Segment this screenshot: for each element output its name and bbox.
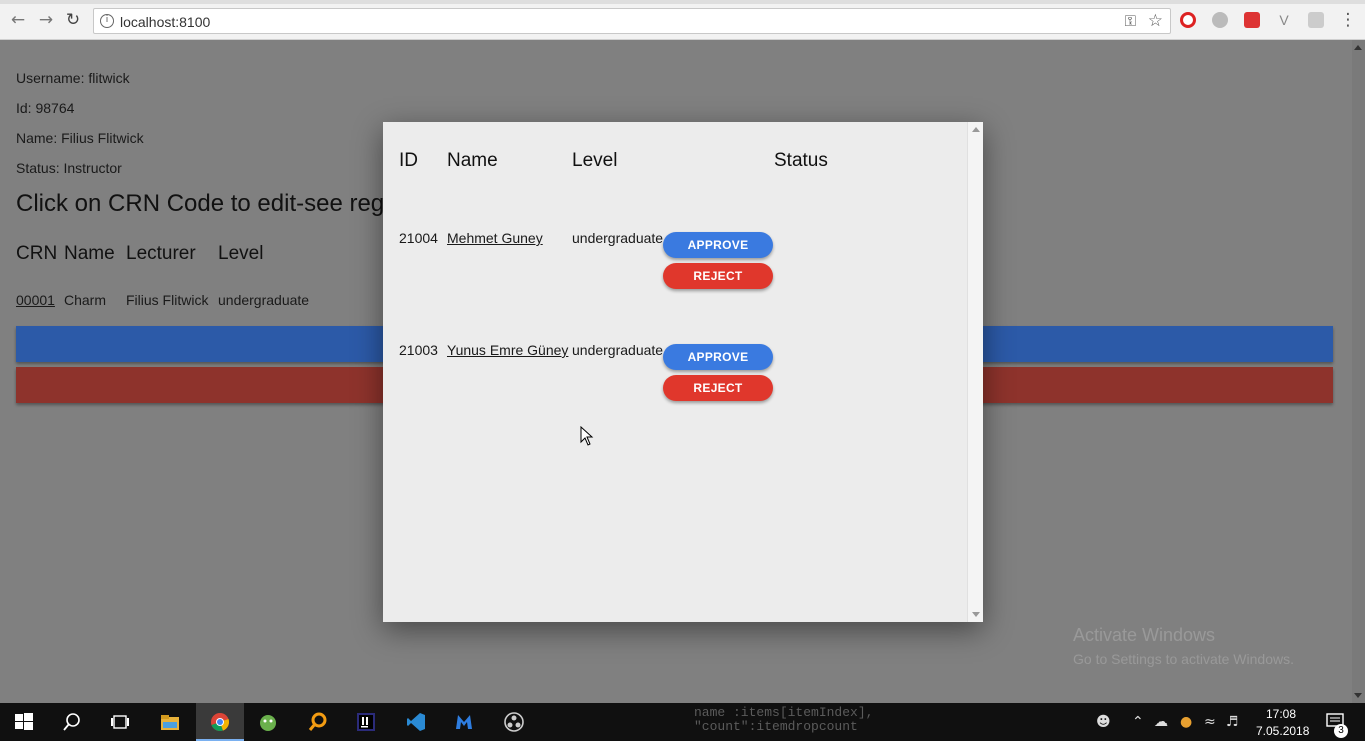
chrome-tray-icon[interactable]: ●: [1180, 714, 1192, 730]
student-name-link[interactable]: Yunus Emre Güney: [447, 342, 568, 358]
activate-windows-subtitle: Go to Settings to activate Windows.: [1073, 651, 1294, 667]
crn-link[interactable]: 00001: [16, 292, 55, 308]
magnifier-app-icon[interactable]: [308, 712, 328, 732]
star-icon[interactable]: ☆: [1148, 11, 1163, 31]
header-name: Name: [64, 243, 115, 264]
clock-time[interactable]: 17:08: [1266, 707, 1296, 721]
id-text: Id: 98764: [16, 100, 75, 116]
student-name-link[interactable]: Mehmet Guney: [447, 230, 543, 246]
search-icon[interactable]: [62, 712, 82, 732]
student-level: undergraduate: [572, 342, 664, 358]
menu-dots-icon[interactable]: ⋮: [1338, 10, 1358, 30]
browser-toolbar: ← → ↻ i localhost:8100 ⚿ ☆ V ⋮: [0, 0, 1365, 40]
address-url[interactable]: localhost:8100: [120, 14, 210, 30]
globe-extension-icon[interactable]: [1212, 12, 1228, 28]
scroll-down-icon[interactable]: [1354, 693, 1362, 698]
header-level: Level: [218, 243, 264, 264]
background-code-line: "count":itemdropcount: [694, 719, 858, 734]
windows-taskbar: name :items[itemIndex], "count":itemdrop…: [0, 703, 1365, 741]
notification-badge: 3: [1334, 724, 1348, 738]
scroll-up-icon[interactable]: [1354, 45, 1362, 50]
volume-icon[interactable]: ♬: [1226, 714, 1239, 730]
cors-extension-icon[interactable]: [1244, 12, 1260, 28]
windows-start-icon[interactable]: [14, 712, 34, 732]
obs-icon[interactable]: [504, 712, 524, 732]
onedrive-cloud-icon[interactable]: ☁: [1154, 714, 1168, 730]
back-icon[interactable]: ←: [8, 10, 28, 30]
wifi-icon[interactable]: ≈: [1204, 714, 1216, 730]
android-studio-icon[interactable]: [258, 712, 278, 732]
modal-header-status: Status: [774, 150, 828, 171]
header-crn: CRN: [16, 243, 58, 264]
name-text: Name: Filius Flitwick: [16, 130, 144, 146]
malwarebytes-icon[interactable]: [454, 712, 474, 732]
reject-button[interactable]: REJECT: [663, 375, 773, 401]
student-id: 21004: [399, 230, 438, 246]
modal-header-id: ID: [399, 150, 418, 171]
address-bar[interactable]: i localhost:8100 ⚿ ☆: [93, 8, 1171, 34]
modal-scroll-up-icon[interactable]: [972, 127, 980, 132]
people-icon[interactable]: ☻: [1096, 714, 1111, 730]
file-explorer-icon[interactable]: [160, 712, 180, 732]
show-hidden-icons-chevron-icon[interactable]: ⌃: [1132, 714, 1144, 730]
activate-windows-title: Activate Windows: [1073, 625, 1216, 645]
background-code-line: name :items[itemIndex],: [694, 705, 874, 720]
modal-header-level: Level: [572, 150, 618, 171]
forward-icon[interactable]: →: [36, 10, 56, 30]
header-lecturer: Lecturer: [126, 243, 196, 264]
opera-extension-icon[interactable]: [1180, 12, 1196, 28]
course-level: undergraduate: [218, 292, 310, 308]
chrome-icon[interactable]: [210, 712, 230, 732]
vue-extension-icon[interactable]: V: [1276, 12, 1292, 28]
task-view-icon[interactable]: [110, 712, 130, 732]
registrations-modal: ID Name Level Status 21004 Mehmet Guney …: [383, 122, 983, 622]
page-scrollbar[interactable]: [1352, 40, 1365, 703]
mouse-cursor-icon: [580, 426, 594, 446]
approve-button[interactable]: APPROVE: [663, 232, 773, 258]
username-text: Username: flitwick: [16, 70, 130, 86]
course-name: Charm: [64, 292, 107, 308]
intellij-icon[interactable]: [356, 712, 376, 732]
modal-scroll-down-icon[interactable]: [972, 612, 980, 617]
tab-strip: [0, 0, 1365, 4]
modal-scrollbar[interactable]: [967, 122, 983, 622]
reject-button[interactable]: REJECT: [663, 263, 773, 289]
student-id: 21003: [399, 342, 438, 358]
approve-button[interactable]: APPROVE: [663, 344, 773, 370]
info-icon[interactable]: i: [100, 14, 114, 28]
clock-date[interactable]: 7.05.2018: [1256, 724, 1309, 738]
student-level: undergraduate: [572, 230, 664, 246]
modal-header-name: Name: [447, 150, 498, 171]
extension-icon[interactable]: [1308, 12, 1324, 28]
status-text: Status: Instructor: [16, 160, 122, 176]
key-icon[interactable]: ⚿: [1125, 12, 1136, 30]
course-lecturer: Filius Flitwick: [126, 292, 209, 308]
vscode-icon[interactable]: [406, 712, 426, 732]
reload-icon[interactable]: ↻: [63, 10, 83, 30]
